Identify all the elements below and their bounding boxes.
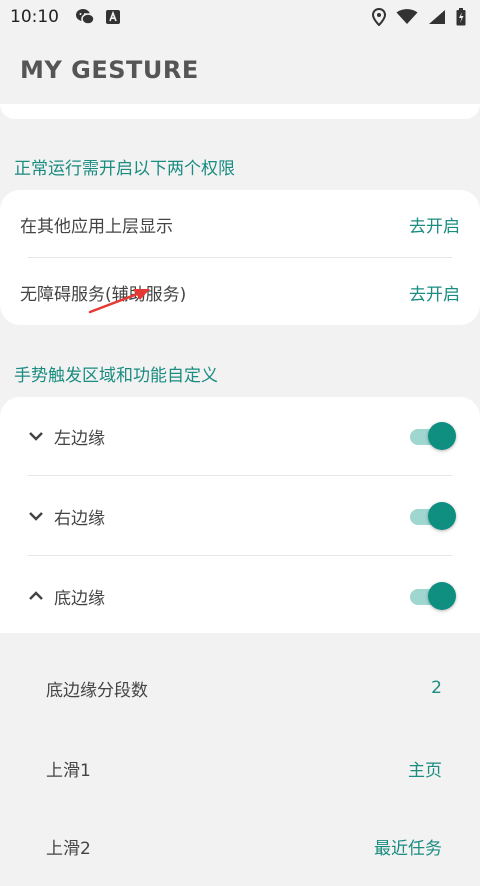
permission-label: 在其他应用上层显示 [20, 216, 173, 237]
gesture-row-right-edge[interactable]: 右边缘 [0, 477, 480, 555]
option-label: 上滑2 [46, 838, 91, 859]
chevron-down-icon[interactable] [26, 426, 46, 446]
bottom-edge-toggle[interactable] [410, 582, 456, 610]
option-label: 底边缘分段数 [46, 680, 148, 701]
status-time: 10:10 [10, 7, 59, 27]
status-bar: 10:10 [0, 0, 480, 34]
enable-accessibility-button[interactable]: 去开启 [409, 280, 460, 305]
option-label: 上滑1 [46, 760, 91, 781]
right-edge-toggle[interactable] [410, 502, 456, 530]
text-a-icon [105, 9, 121, 25]
option-value[interactable]: 主页 [408, 756, 442, 781]
gesture-row-bottom-edge[interactable]: 底边缘 [0, 557, 480, 635]
option-row-swipe-up-1[interactable]: 上滑1 主页 [0, 728, 480, 808]
battery-icon [456, 8, 466, 26]
permission-row-accessibility[interactable]: 无障碍服务(辅助服务) 去开启 [0, 259, 480, 325]
option-value[interactable]: 最近任务 [374, 834, 442, 859]
gestures-card: 左边缘 右边缘 底边缘 [0, 397, 480, 633]
permissions-card: 在其他应用上层显示 去开启 无障碍服务(辅助服务) 去开启 [0, 190, 480, 325]
option-value[interactable]: 2 [431, 678, 442, 698]
divider [28, 555, 452, 556]
option-row-segments[interactable]: 底边缘分段数 2 [0, 648, 480, 728]
divider [28, 257, 452, 258]
app-title: MY GESTURE [20, 56, 199, 84]
wechat-icon [75, 8, 95, 26]
chevron-up-icon[interactable] [26, 586, 46, 606]
top-card-fragment [0, 104, 480, 119]
permissions-section-title: 正常运行需开启以下两个权限 [14, 159, 235, 179]
permission-row-overlay[interactable]: 在其他应用上层显示 去开启 [0, 191, 480, 257]
location-icon [372, 8, 386, 26]
chevron-down-icon[interactable] [26, 506, 46, 526]
wifi-icon [396, 9, 418, 25]
enable-overlay-button[interactable]: 去开启 [409, 212, 460, 237]
annotation-arrow-icon [88, 289, 150, 314]
signal-icon [428, 9, 446, 25]
divider [28, 475, 452, 476]
option-row-swipe-up-2[interactable]: 上滑2 最近任务 [0, 806, 480, 886]
gesture-label: 右边缘 [54, 508, 105, 529]
left-edge-toggle[interactable] [410, 422, 456, 450]
gesture-row-left-edge[interactable]: 左边缘 [0, 397, 480, 475]
gestures-section-title: 手势触发区域和功能自定义 [14, 366, 218, 386]
gesture-label: 左边缘 [54, 428, 105, 449]
gesture-label: 底边缘 [54, 588, 105, 609]
